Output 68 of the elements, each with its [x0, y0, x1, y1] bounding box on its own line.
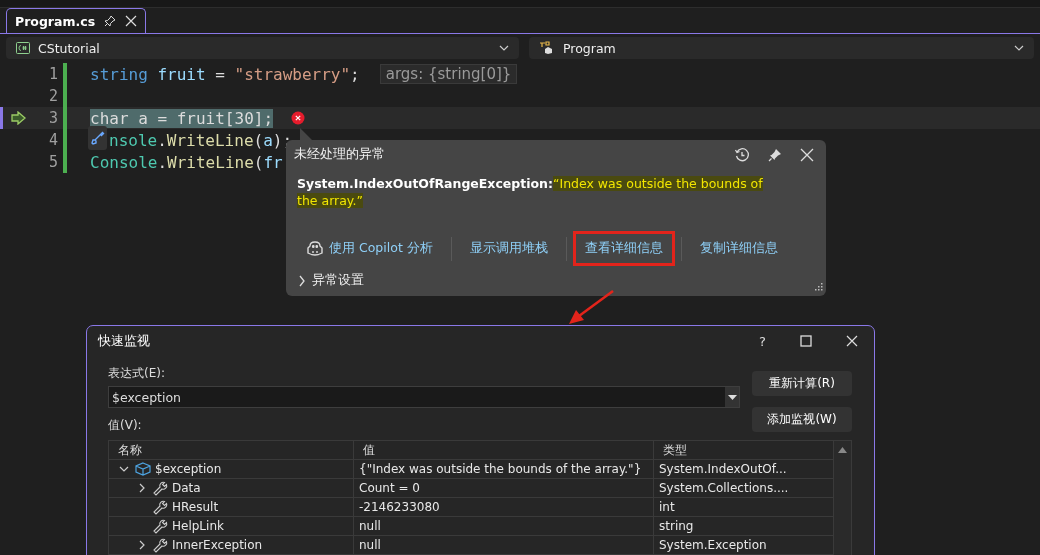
wrench-icon	[153, 499, 168, 515]
table-cell: int	[659, 500, 675, 514]
dropdown-arrow-icon[interactable]	[727, 394, 737, 400]
popup-title: 未经处理的异常	[294, 146, 385, 163]
dialog-button[interactable]: 重新计算(R)	[752, 371, 852, 396]
exception-settings-toggle[interactable]: 异常设置	[294, 272, 364, 289]
dialog-button[interactable]: 添加监视(W)	[752, 407, 852, 432]
table-cell: System.Collections....	[659, 481, 789, 495]
wrench-icon	[153, 537, 168, 553]
pin-icon[interactable]	[104, 15, 117, 27]
code-line: string fruit = "strawberry";	[90, 64, 360, 84]
table-cell: System.Exception	[659, 538, 767, 552]
scroll-up-arrow-icon[interactable]	[838, 447, 847, 453]
resize-grip-icon[interactable]	[813, 283, 823, 293]
value-label: 值(V):	[108, 417, 142, 434]
wrench-icon	[153, 518, 168, 534]
table-cell: System.IndexOutOf...	[659, 462, 787, 476]
table-cell: {"Index was outside the bounds of the array."}	[359, 462, 642, 476]
column-header[interactable]: 名称	[109, 441, 354, 460]
parameter-hint: args: {string[0]}	[379, 64, 518, 84]
wrench-icon	[153, 480, 168, 496]
table-cell: HResult	[172, 500, 219, 514]
popup-link[interactable]: 使用 Copilot 分析	[294, 231, 445, 266]
table-cell: string	[659, 519, 694, 533]
dialog-title: 快速监视	[98, 332, 150, 350]
cube-icon	[135, 462, 151, 476]
table-cell: Data	[172, 481, 201, 495]
popup-link[interactable]: 显示调用堆栈	[457, 231, 560, 266]
annotation-arrow	[569, 290, 614, 324]
close-icon[interactable]	[846, 335, 858, 347]
scrollbar[interactable]	[834, 441, 851, 555]
history-icon[interactable]	[734, 146, 750, 163]
popup-link[interactable]: 查看详细信息	[572, 231, 675, 266]
line-number: 3	[47, 109, 58, 127]
exception-message: System.IndexOutOfRangeException:“Index was outside the bounds of the array.”	[297, 175, 764, 209]
line-number: 4	[47, 131, 58, 149]
member-dropdown[interactable]: Program	[529, 37, 1034, 59]
close-icon[interactable]	[125, 15, 138, 27]
expression-field[interactable]: $exception	[108, 386, 740, 408]
wrench-icon	[89, 129, 106, 146]
line-number: 5	[47, 153, 58, 171]
close-icon[interactable]	[800, 147, 814, 162]
table-cell: InnerException	[172, 538, 263, 552]
column-header[interactable]: 值	[354, 441, 654, 460]
maximize-icon[interactable]	[800, 335, 812, 347]
pin-icon[interactable]	[767, 146, 783, 163]
line-number: 1	[47, 65, 58, 83]
expression-label: 表达式(E):	[108, 365, 165, 382]
csharp-file-icon	[16, 42, 30, 54]
chevron-down-icon	[499, 45, 509, 51]
table-cell: -2146233080	[359, 500, 440, 514]
project-dropdown[interactable]: CStutorial	[6, 37, 519, 59]
table-cell: $exception	[155, 462, 222, 476]
table-cell: null	[359, 519, 381, 533]
popup-link[interactable]: 复制详细信息	[687, 231, 790, 266]
table-cell: null	[359, 538, 381, 552]
copilot-icon	[306, 240, 324, 257]
chevron-down-icon	[1014, 45, 1024, 51]
help-button[interactable]: ?	[759, 333, 766, 349]
file-tab[interactable]: Program.cs	[6, 8, 147, 33]
table-cell: HelpLink	[172, 519, 224, 533]
column-header[interactable]: 类型	[654, 441, 834, 460]
code-line: Console.WriteLine(fr	[90, 152, 283, 172]
class-icon	[539, 41, 555, 55]
table-cell: Count = 0	[359, 481, 420, 495]
quick-actions-button[interactable]	[88, 125, 107, 150]
line-number: 2	[47, 87, 58, 105]
chevron-right-icon	[298, 274, 306, 287]
